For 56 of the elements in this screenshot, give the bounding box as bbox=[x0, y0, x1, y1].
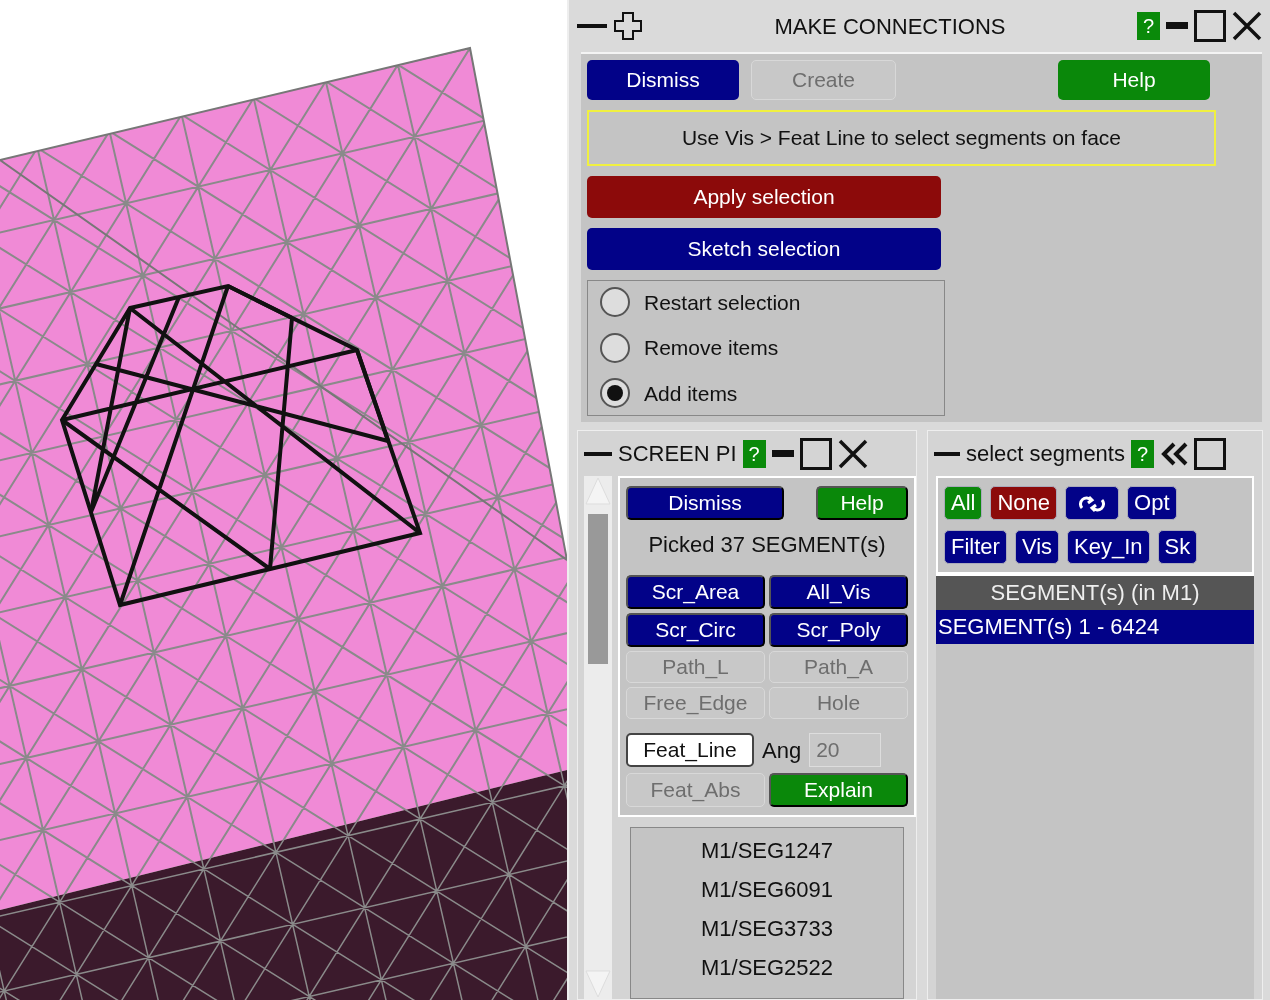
status-text: Picked 37 SEGMENT(s) bbox=[647, 531, 887, 559]
maximize-icon[interactable] bbox=[1194, 10, 1226, 42]
radio-button[interactable] bbox=[600, 287, 630, 318]
list-item[interactable]: M1/SEG1247 bbox=[700, 834, 834, 867]
radio-label[interactable]: Remove items bbox=[644, 332, 779, 364]
minimize-icon[interactable] bbox=[771, 449, 794, 458]
filter-button[interactable]: Key_In bbox=[1067, 530, 1150, 564]
help-button[interactable]: ? bbox=[1136, 12, 1160, 40]
panel-title: SCREEN PI bbox=[618, 440, 737, 468]
field-label: Ang bbox=[761, 736, 803, 765]
help-button[interactable]: ? bbox=[742, 439, 766, 468]
pick-button[interactable]: All_Vis bbox=[769, 575, 908, 609]
list-header: SEGMENT(s) (in M1) bbox=[936, 576, 1254, 610]
toolbar-button[interactable]: Dismiss bbox=[587, 60, 739, 100]
list-item[interactable]: M1/SEG2522 bbox=[700, 951, 834, 984]
pick-button[interactable]: Scr_Poly bbox=[769, 613, 908, 647]
list-item[interactable]: M1/SEG3733 bbox=[700, 912, 834, 945]
hint-text: Use Vis > Feat Line to select segments on face bbox=[587, 110, 1216, 166]
close-icon[interactable] bbox=[1232, 11, 1262, 41]
filter-button[interactable]: All bbox=[944, 486, 983, 520]
panel-button[interactable]: Help bbox=[816, 486, 908, 520]
scrollbar[interactable] bbox=[584, 476, 612, 999]
move-icon[interactable] bbox=[613, 11, 643, 41]
pick-button[interactable]: Feat_Line bbox=[626, 733, 754, 767]
panel-title: select segments bbox=[966, 440, 1125, 468]
action-button[interactable]: Sketch selection bbox=[587, 227, 941, 270]
double-chevron-icon[interactable] bbox=[1160, 441, 1189, 466]
radio-button[interactable] bbox=[600, 378, 630, 409]
swap-button[interactable] bbox=[1065, 486, 1120, 520]
action-button[interactable]: Apply selection bbox=[587, 175, 941, 218]
close-icon[interactable] bbox=[837, 438, 868, 469]
list-item[interactable]: SEGMENT(s) 1 - 6424 bbox=[936, 610, 1254, 644]
minimize-icon[interactable] bbox=[584, 450, 612, 457]
panel-button[interactable]: Dismiss bbox=[626, 486, 784, 520]
pick-button[interactable]: Scr_Area bbox=[626, 575, 765, 609]
radio-label[interactable]: Restart selection bbox=[644, 286, 801, 318]
pick-button[interactable]: Scr_Circ bbox=[626, 613, 765, 647]
minimize-icon[interactable] bbox=[577, 23, 607, 29]
pick-button[interactable]: Explain bbox=[769, 773, 908, 807]
scrollbar-thumb[interactable] bbox=[588, 514, 608, 664]
swap-icon bbox=[1079, 495, 1106, 514]
filter-button[interactable]: Sk bbox=[1157, 530, 1198, 564]
minimize-icon[interactable] bbox=[934, 450, 960, 457]
filter-button[interactable]: Filter bbox=[944, 530, 1007, 564]
maximize-icon[interactable] bbox=[1194, 437, 1227, 470]
toolbar-button[interactable]: Help bbox=[1058, 60, 1210, 100]
filter-button[interactable]: Vis bbox=[1014, 530, 1060, 564]
filter-button[interactable]: Opt bbox=[1127, 486, 1177, 520]
radio-button[interactable] bbox=[600, 332, 630, 363]
list-item[interactable]: M1/SEG6091 bbox=[700, 873, 834, 906]
window-title: MAKE CONNECTIONS bbox=[773, 12, 1007, 41]
maximize-icon[interactable] bbox=[799, 437, 832, 470]
minimize-icon[interactable] bbox=[1166, 22, 1188, 30]
help-button[interactable]: ? bbox=[1130, 439, 1155, 468]
radio-label[interactable]: Add items bbox=[644, 377, 738, 409]
filter-button[interactable]: None bbox=[990, 486, 1058, 520]
